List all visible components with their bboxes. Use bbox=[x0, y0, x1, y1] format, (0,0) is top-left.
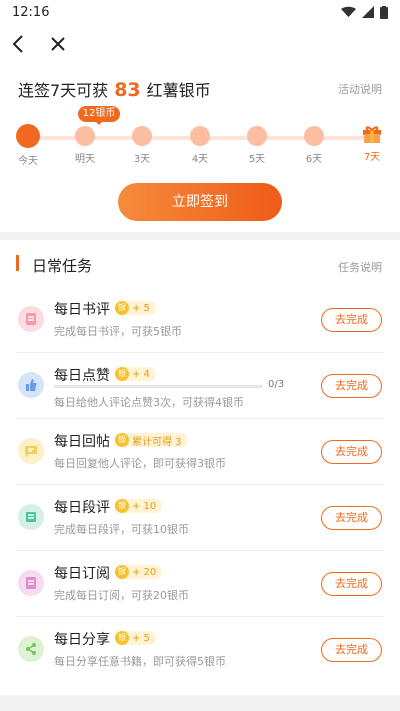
coin-icon: 银 bbox=[115, 565, 129, 579]
thumbs-up-icon bbox=[18, 372, 44, 398]
task-row-paragraph-comment: 每日段评 银 + 10 完成每日段评，可获10银币 去完成 bbox=[16, 486, 384, 551]
tasks-header: 日常任务 任务说明 bbox=[0, 240, 400, 288]
tasks-title: 日常任务 bbox=[32, 257, 93, 275]
day-dot bbox=[247, 126, 267, 146]
checkin-day-2: 明天 bbox=[69, 124, 101, 165]
coin-icon: 银 bbox=[115, 631, 129, 645]
signal-icon bbox=[362, 6, 374, 18]
checkin-day-7: 7天 bbox=[356, 124, 388, 163]
section-accent-bar bbox=[16, 255, 19, 271]
task-progress-text: 0/3 bbox=[268, 379, 285, 390]
task-reward-badge: 银 + 10 bbox=[115, 499, 163, 513]
complete-task-button[interactable]: 去完成 bbox=[321, 506, 382, 530]
receipt-icon bbox=[18, 306, 44, 332]
task-row-book-review: 每日书评 银 + 5 完成每日书评，可获5银币 去完成 bbox=[16, 288, 384, 353]
task-row-subscribe: 每日订阅 银 + 20 完成每日订阅，可获20银币 去完成 bbox=[16, 552, 384, 617]
today-dot bbox=[16, 124, 40, 148]
checkin-day-4: 4天 bbox=[184, 124, 216, 165]
wifi-icon bbox=[341, 6, 356, 17]
reward-amount: 83 bbox=[114, 79, 141, 101]
status-bar: 12:16 bbox=[0, 0, 400, 24]
complete-task-button[interactable]: 去完成 bbox=[321, 572, 382, 596]
task-rules-link[interactable]: 任务说明 bbox=[338, 259, 382, 275]
close-icon bbox=[51, 37, 65, 51]
coin-icon: 银 bbox=[115, 367, 129, 381]
day-dot bbox=[190, 126, 210, 146]
tomorrow-reward-bubble: 12银币 bbox=[78, 106, 120, 125]
task-row-like: 每日点赞 银 + 4 0/3 每日给他人评论点赞3次，可获得4银币 去完成 bbox=[16, 354, 384, 419]
back-arrow-icon bbox=[12, 35, 23, 53]
task-row-reply: 每日回帖 银累计可得 3 每日回复他人评论，即可获得3银币 去完成 bbox=[16, 420, 384, 485]
task-reward-badge: 银 + 5 bbox=[115, 631, 156, 645]
coin-icon: 银 bbox=[115, 499, 129, 513]
checkin-panel: 连签7天可获 83 红薯银币 活动说明 12银币 今天 明天 3天 4天 5天 … bbox=[0, 64, 400, 232]
complete-task-button[interactable]: 去完成 bbox=[321, 308, 382, 332]
status-time: 12:16 bbox=[12, 4, 50, 20]
complete-task-button[interactable]: 去完成 bbox=[321, 638, 382, 662]
task-reward-badge: 银累计可得 3 bbox=[115, 433, 188, 448]
task-reward-badge: 银 + 4 bbox=[115, 367, 156, 381]
coin-icon: 银 bbox=[115, 433, 129, 447]
daily-tasks-panel: 日常任务 任务说明 每日书评 银 + 5 完成每日书评，可获5银币 去完成 每日点… bbox=[0, 240, 400, 695]
sign-in-button[interactable]: 立即签到 bbox=[118, 183, 282, 221]
activity-rules-link[interactable]: 活动说明 bbox=[338, 81, 382, 97]
task-row-share: 每日分享 银 + 5 每日分享任意书籍，即可获得5银币 去完成 bbox=[16, 618, 384, 683]
checkin-day-5: 5天 bbox=[241, 124, 273, 165]
checkin-title: 连签7天可获 83 红薯银币 bbox=[18, 79, 211, 101]
task-reward-badge: 银 + 5 bbox=[115, 301, 156, 315]
day-dot bbox=[304, 126, 324, 146]
paragraph-comment-icon bbox=[18, 504, 44, 530]
complete-task-button[interactable]: 去完成 bbox=[321, 374, 382, 398]
checkin-day-3: 3天 bbox=[126, 124, 158, 165]
gift-icon bbox=[363, 126, 381, 143]
day-dot bbox=[75, 126, 95, 146]
coin-icon: 银 bbox=[115, 301, 129, 315]
subscribe-icon bbox=[18, 570, 44, 596]
comment-icon bbox=[18, 438, 44, 464]
share-icon bbox=[18, 636, 44, 662]
task-progress-bar bbox=[54, 385, 263, 388]
battery-icon bbox=[380, 5, 388, 19]
close-button[interactable] bbox=[44, 30, 72, 58]
navigation-bar bbox=[0, 24, 400, 64]
complete-task-button[interactable]: 去完成 bbox=[321, 440, 382, 464]
task-reward-badge: 银 + 20 bbox=[115, 565, 163, 579]
status-icons bbox=[341, 5, 388, 19]
checkin-day-6: 6天 bbox=[298, 124, 330, 165]
back-button[interactable] bbox=[4, 30, 32, 58]
checkin-day-1: 今天 bbox=[12, 124, 44, 167]
day-dot bbox=[132, 126, 152, 146]
